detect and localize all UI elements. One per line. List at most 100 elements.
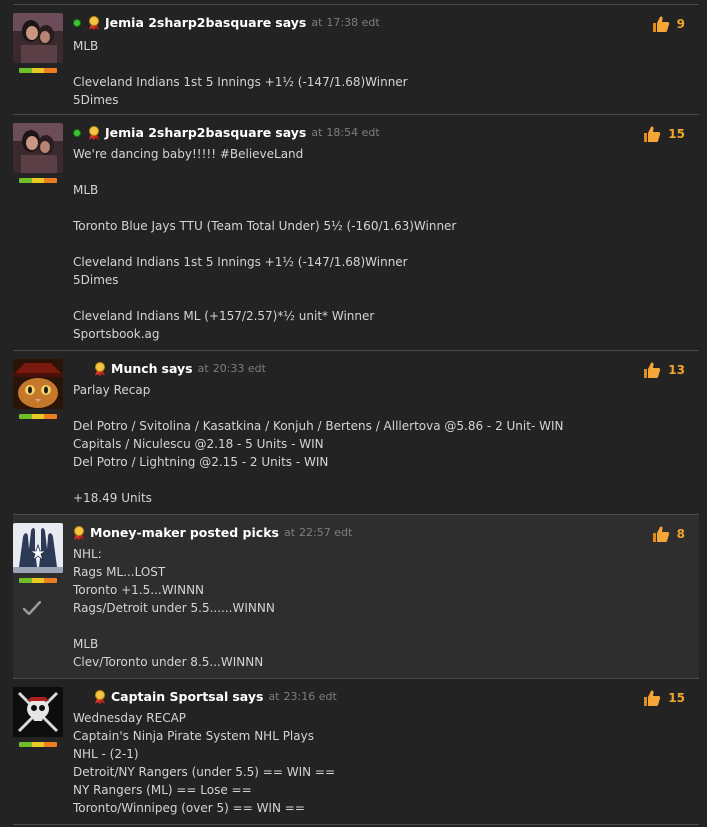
post-line: 5Dimes: [73, 273, 119, 287]
post-line: [73, 617, 673, 635]
thumbs-up-icon: [644, 690, 661, 706]
like-button[interactable]: 9: [652, 15, 685, 33]
thumbs-up-icon: [652, 16, 669, 32]
post-line: Captain's Ninja Pirate System NHL Plays: [73, 729, 314, 743]
rank-bar: [19, 68, 57, 73]
feed-divider: [13, 824, 699, 825]
post: Munch says at 20:33 edt 13 Parlay Recap …: [13, 350, 699, 514]
award-ribbon-icon: [89, 15, 99, 30]
post-line: Rags ML...LOST: [73, 565, 166, 579]
post-header: Jemia 2sharp2basquare says at 17:38 edt: [73, 15, 380, 30]
post-verb: says: [275, 15, 307, 30]
post-line: Del Potro / Svitolina / Kasatkina / Konj…: [73, 419, 564, 433]
post-line: [73, 55, 673, 73]
author-name[interactable]: Munch: [111, 361, 158, 376]
post-line: MLB: [73, 183, 99, 197]
post-line: Cleveland Indians 1st 5 Innings +1½ (-14…: [73, 255, 408, 269]
post-line: Del Potro / Lightning @2.15 - 2 Units - …: [73, 455, 329, 469]
post-line: +18.49 Units: [73, 491, 152, 505]
post-line: NY Rangers (ML) == Lose ==: [73, 783, 252, 797]
checkmark-icon: [23, 601, 41, 615]
post-at-label: at: [197, 362, 209, 375]
post-line: Cleveland Indians 1st 5 Innings +1½ (-14…: [73, 75, 408, 89]
user-avatar[interactable]: [13, 359, 63, 409]
author-name[interactable]: Captain Sportsal: [111, 689, 228, 704]
author-name[interactable]: Jemia 2sharp2basquare: [105, 15, 271, 30]
user-avatar[interactable]: [13, 123, 63, 173]
post-body: NHL: Rags ML...LOST Toronto +1.5...WINNN…: [73, 545, 673, 671]
post-body: Wednesday RECAP Captain's Ninja Pirate S…: [73, 709, 673, 817]
post-body: MLB Cleveland Indians 1st 5 Innings +1½ …: [73, 37, 673, 109]
award-ribbon-icon: [74, 525, 84, 540]
post-verb: says: [232, 689, 264, 704]
post-at-label: at: [311, 126, 323, 139]
post-line: [73, 399, 673, 417]
post: Money-maker posted picks at 22:57 edt 8 …: [13, 514, 699, 678]
online-dot-icon: [73, 18, 81, 27]
thumbs-up-icon: [644, 126, 661, 142]
post-line: Toronto +1.5...WINNN: [73, 583, 205, 597]
post-line: We're dancing baby!!!!! #BelieveLand: [73, 147, 304, 161]
like-button[interactable]: 15: [643, 689, 685, 707]
like-button[interactable]: 13: [643, 361, 685, 379]
user-avatar[interactable]: [13, 13, 63, 63]
like-count: 9: [676, 17, 685, 31]
post-line: [73, 199, 673, 217]
post-header: Money-maker posted picks at 22:57 edt: [73, 525, 352, 540]
post-line: Toronto Blue Jays TTU (Team Total Under)…: [73, 219, 457, 233]
post: Jemia 2sharp2basquare says at 18:54 edt …: [13, 114, 699, 350]
rank-bar: [19, 578, 57, 583]
post-line: [73, 163, 673, 181]
post-verb: says: [275, 125, 307, 140]
post-header: Jemia 2sharp2basquare says at 18:54 edt: [73, 125, 380, 140]
post-line: Capitals / Niculescu @2.18 - 5 Units - W…: [73, 437, 324, 451]
author-name[interactable]: Money-maker: [90, 525, 186, 540]
post-at-label: at: [311, 16, 323, 29]
post-line: Detroit/NY Rangers (under 5.5) == WIN ==: [73, 765, 336, 779]
post-line: Clev/Toronto under 8.5...WINNN: [73, 655, 264, 669]
post-time: 18:54 edt: [326, 126, 380, 139]
post-line: Wednesday RECAP: [73, 711, 187, 725]
post-line: Cleveland Indians ML (+157/2.57)*½ unit*…: [73, 309, 375, 323]
rank-bar: [19, 414, 57, 419]
post-line: Sportsbook.ag: [73, 327, 160, 341]
post-time: 22:57 edt: [299, 526, 353, 539]
post-line: 5Dimes: [73, 93, 119, 107]
user-avatar[interactable]: [13, 523, 63, 573]
author-name[interactable]: Jemia 2sharp2basquare: [105, 125, 271, 140]
online-dot-icon: [73, 128, 81, 137]
post-line: Toronto/Winnipeg (over 5) == WIN ==: [73, 801, 305, 815]
post-line: [73, 235, 673, 253]
post-verb: posted picks: [189, 525, 279, 540]
like-count: 15: [668, 127, 685, 141]
post-line: [73, 471, 673, 489]
post-line: NHL:: [73, 547, 102, 561]
post-line: Rags/Detroit under 5.5......WINNN: [73, 601, 275, 615]
like-count: 15: [668, 691, 685, 705]
like-count: 13: [668, 363, 685, 377]
award-ribbon-icon: [89, 125, 99, 140]
like-button[interactable]: 8: [652, 525, 685, 543]
post-time: 23:16 edt: [283, 690, 337, 703]
post-time: 20:33 edt: [212, 362, 266, 375]
like-count: 8: [676, 527, 685, 541]
post-header: Captain Sportsal says at 23:16 edt: [94, 689, 337, 704]
thumbs-up-icon: [652, 526, 669, 542]
post-verb: says: [161, 361, 193, 376]
post-at-label: at: [283, 526, 296, 539]
post: Jemia 2sharp2basquare says at 17:38 edt …: [13, 4, 699, 114]
post-line: Parlay Recap: [73, 383, 151, 397]
like-button[interactable]: 15: [643, 125, 685, 143]
user-avatar[interactable]: [13, 687, 63, 737]
award-ribbon-icon: [95, 361, 105, 376]
thumbs-up-icon: [644, 362, 661, 378]
rank-bar: [19, 742, 57, 747]
post-line: NHL - (2-1): [73, 747, 139, 761]
post-at-label: at: [268, 690, 280, 703]
post-body: Parlay Recap Del Potro / Svitolina / Kas…: [73, 381, 673, 507]
post-time: 17:38 edt: [326, 16, 380, 29]
award-ribbon-icon: [95, 689, 105, 704]
post: Captain Sportsal says at 23:16 edt 15 We…: [13, 678, 699, 824]
rank-bar: [19, 178, 57, 183]
post-line: MLB: [73, 637, 99, 651]
